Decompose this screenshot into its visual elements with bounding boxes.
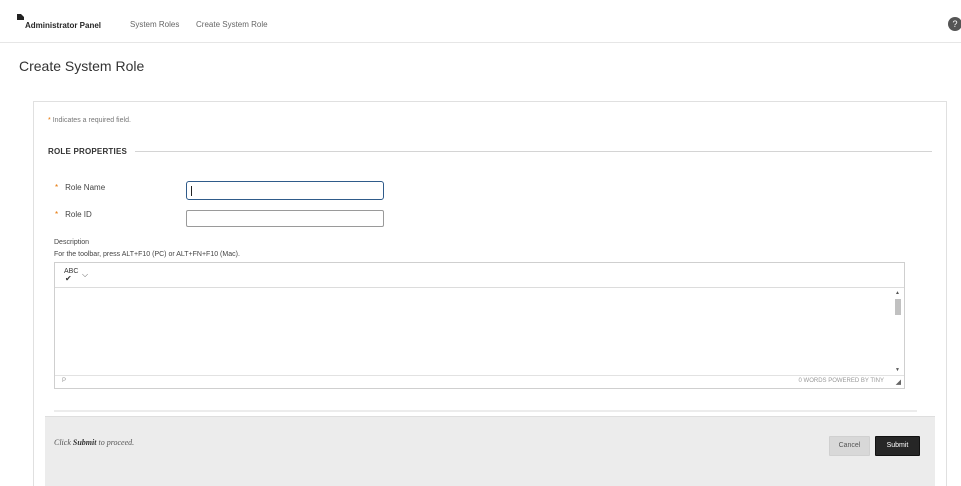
editor-toolbar: ABC ✔ ⌵ — [55, 263, 904, 288]
help-icon[interactable]: ? — [948, 17, 961, 31]
required-star: * — [55, 183, 59, 192]
required-note-text: Indicates a required field. — [52, 117, 131, 124]
submit-hint-suffix: to proceed. — [96, 438, 135, 447]
section-title-role-properties: ROLE PROPERTIES — [48, 147, 128, 156]
required-star: * — [55, 210, 59, 219]
page-title: Create System Role — [19, 58, 145, 74]
role-id-label-text: Role ID — [65, 210, 92, 219]
description-toolbar-help: For the toolbar, press ALT+F10 (PC) or A… — [54, 251, 240, 258]
submit-hint-bold: Submit — [72, 438, 97, 447]
word-count: 0 WORDS POWERED BY TINY — [798, 378, 884, 384]
check-icon: ✔ — [65, 274, 72, 283]
spellcheck-icon[interactable]: ABC ✔ — [64, 268, 78, 283]
role-id-input[interactable] — [186, 210, 384, 227]
cancel-button[interactable]: Cancel — [829, 436, 870, 456]
chevron-down-icon[interactable]: ⌵ — [82, 270, 88, 280]
scroll-down-arrow-icon[interactable]: ▼ — [895, 367, 900, 373]
role-name-label-text: Role Name — [65, 183, 106, 192]
submit-hint-prefix: Click — [54, 438, 73, 447]
submit-hint: Click Submit to proceed. — [54, 438, 134, 447]
top-bar: Administrator Panel System Roles Create … — [0, 0, 961, 43]
form-separator — [54, 410, 917, 412]
element-path[interactable]: P — [62, 378, 66, 384]
breadcrumb-system-roles[interactable]: System Roles — [130, 20, 179, 29]
description-label: Description — [54, 239, 90, 246]
breadcrumb-administrator-panel[interactable]: Administrator Panel — [25, 21, 101, 30]
submit-footer: Click Submit to proceed. Cancel Submit — [45, 416, 935, 486]
description-editor: ABC ✔ ⌵ ▲ ▼ P 0 WORDS POWERED BY TINY ◢ — [54, 262, 905, 389]
text-caret — [191, 186, 192, 196]
role-name-input[interactable] — [186, 181, 384, 200]
scroll-up-arrow-icon[interactable]: ▲ — [895, 290, 900, 296]
role-id-label: * Role ID — [55, 210, 92, 219]
required-star: * — [48, 117, 51, 124]
required-field-note: * Indicates a required field. — [48, 117, 131, 124]
description-text-area[interactable] — [55, 288, 893, 377]
resize-handle-icon[interactable]: ◢ — [896, 378, 901, 386]
section-divider — [135, 151, 932, 152]
editor-scrollbar[interactable]: ▲ ▼ — [892, 288, 904, 377]
role-name-label: * Role Name — [55, 183, 105, 192]
editor-statusbar: P 0 WORDS POWERED BY TINY ◢ — [55, 375, 904, 388]
submit-button[interactable]: Submit — [875, 436, 920, 456]
admin-panel-icon — [17, 14, 24, 20]
scrollbar-thumb[interactable] — [895, 299, 901, 315]
breadcrumb-create-system-role: Create System Role — [196, 20, 268, 29]
